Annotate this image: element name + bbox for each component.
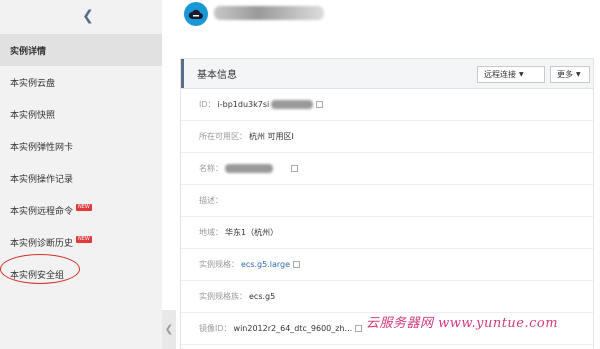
sidebar-item-label: 本实例远程命令	[10, 206, 74, 217]
sidebar-item-label: 本实例诊断历史	[10, 238, 74, 249]
sidebar-item-eni[interactable]: 本实例弹性网卡	[0, 130, 162, 162]
row-instance-family: 实例规格族： ecs.g5	[181, 281, 593, 313]
caret-down-icon: ▼	[519, 71, 524, 78]
basic-info-panel: 基本信息 远程连接 ▼ 更多 ▼ ID： i-bp1du3k7si 所在可用区： 杭…	[180, 58, 594, 349]
copy-icon[interactable]	[293, 261, 301, 268]
sidebar-item-snapshots[interactable]: 本实例快照	[0, 98, 162, 130]
redacted-text	[225, 164, 273, 173]
more-button[interactable]: 更多 ▼	[550, 66, 590, 83]
sidebar-item-label: 本实例快照	[10, 110, 56, 121]
row-instance-type: 实例规格： ecs.g5.large	[181, 249, 593, 281]
chevron-left-icon[interactable]: ❮	[80, 8, 96, 24]
sidebar-item-label: 本实例安全组	[10, 270, 65, 281]
redacted-text	[271, 100, 314, 109]
divider	[162, 0, 176, 349]
sidebar-item-label: 本实例云盘	[10, 78, 56, 89]
sidebar-item-label: 实例详情	[10, 46, 47, 57]
copy-icon[interactable]	[291, 165, 298, 172]
sidebar-item-diagnosis-history[interactable]: 本实例诊断历史 NEW	[0, 226, 162, 258]
instance-id: i-bp1du3k7si	[217, 100, 270, 109]
instance-name-redacted: i-bp1du3k7si	[214, 6, 324, 20]
copy-icon[interactable]	[316, 101, 324, 108]
page-header: i-bp1du3k7si	[176, 0, 600, 30]
panel-title: 基本信息	[197, 70, 237, 81]
row-zone: 所在可用区： 杭州 可用区I	[181, 121, 593, 153]
sidebar-menu: 实例详情 本实例云盘 本实例快照 本实例弹性网卡 本实例操作记录 本实例远程命令…	[0, 34, 162, 290]
sidebar-item-instance-details[interactable]: 实例详情	[0, 34, 162, 66]
instance-type-link[interactable]: ecs.g5.large	[241, 260, 290, 269]
panel-header: 基本信息 远程连接 ▼ 更多 ▼	[181, 59, 593, 89]
sidebar-item-label: 本实例弹性网卡	[10, 142, 74, 153]
chevron-left-icon: ❮	[164, 324, 174, 335]
sidebar-item-security-group[interactable]: 本实例安全组	[0, 258, 162, 290]
sidebar-item-operation-log[interactable]: 本实例操作记录	[0, 162, 162, 194]
sidebar-item-disks[interactable]: 本实例云盘	[0, 66, 162, 98]
watermark: 云服务器网 www.yuntue.com	[366, 316, 559, 331]
caret-down-icon: ▼	[576, 71, 581, 78]
new-badge: NEW	[76, 203, 92, 211]
collapse-sidebar-button[interactable]: ❮	[162, 310, 176, 349]
copy-icon[interactable]	[355, 325, 363, 332]
sidebar: ❮ 实例详情 本实例云盘 本实例快照 本实例弹性网卡 本实例操作记录 本实例远程…	[0, 0, 162, 349]
sidebar-item-remote-command[interactable]: 本实例远程命令 NEW	[0, 194, 162, 226]
sidebar-item-label: 本实例操作记录	[10, 174, 74, 185]
remote-connect-button[interactable]: 远程连接 ▼	[477, 66, 545, 83]
row-region: 地域： 华东1（杭州）	[181, 217, 593, 249]
row-id: ID： i-bp1du3k7si	[181, 89, 593, 121]
new-badge: NEW	[76, 235, 92, 243]
row-name: 名称：	[181, 153, 593, 185]
row-description: 描述：	[181, 185, 593, 217]
cloud-icon	[184, 2, 208, 26]
